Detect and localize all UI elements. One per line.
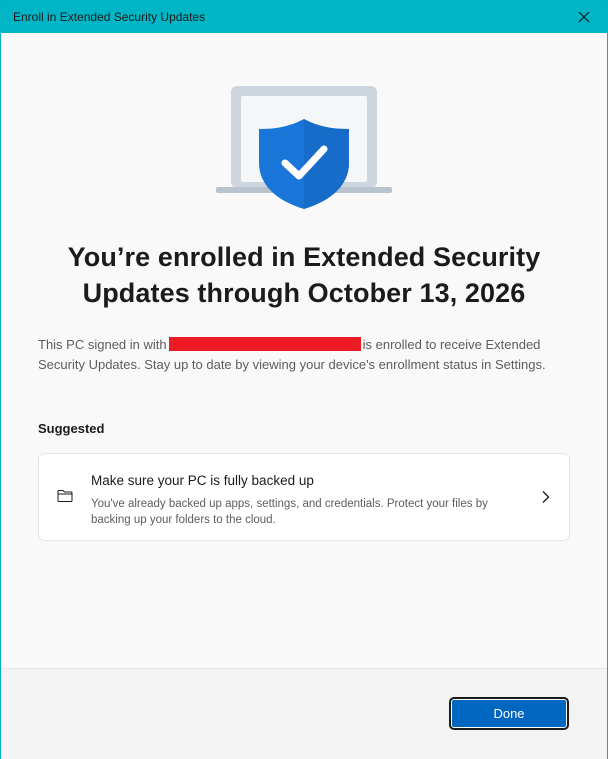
folder-icon: [57, 490, 73, 502]
close-button[interactable]: [561, 1, 607, 33]
page-title: You’re enrolled in Extended Security Upd…: [67, 242, 541, 308]
description-lead: This PC signed in with: [38, 337, 167, 352]
redacted-account: [168, 337, 361, 351]
chevron-right-icon: [542, 491, 550, 503]
dialog-window: Enroll in Extended Security Updates You’…: [0, 0, 608, 759]
laptop-shield-check-icon: [216, 86, 392, 209]
dialog-footer: Done: [1, 668, 607, 759]
enrollment-description: This PC signed in with is enrolled to rec…: [38, 335, 568, 375]
suggested-heading: Suggested: [38, 421, 105, 436]
card-title: Make sure your PC is fully backed up: [91, 473, 314, 488]
backup-suggestion-card[interactable]: Make sure your PC is fully backed up You…: [38, 453, 570, 541]
close-icon: [578, 11, 590, 23]
title-bar: Enroll in Extended Security Updates: [1, 1, 607, 33]
done-button[interactable]: Done: [449, 697, 569, 730]
dialog-content: You’re enrolled in Extended Security Upd…: [1, 33, 607, 668]
window-title: Enroll in Extended Security Updates: [13, 10, 206, 24]
card-description: You've already backed up apps, settings,…: [91, 498, 488, 526]
